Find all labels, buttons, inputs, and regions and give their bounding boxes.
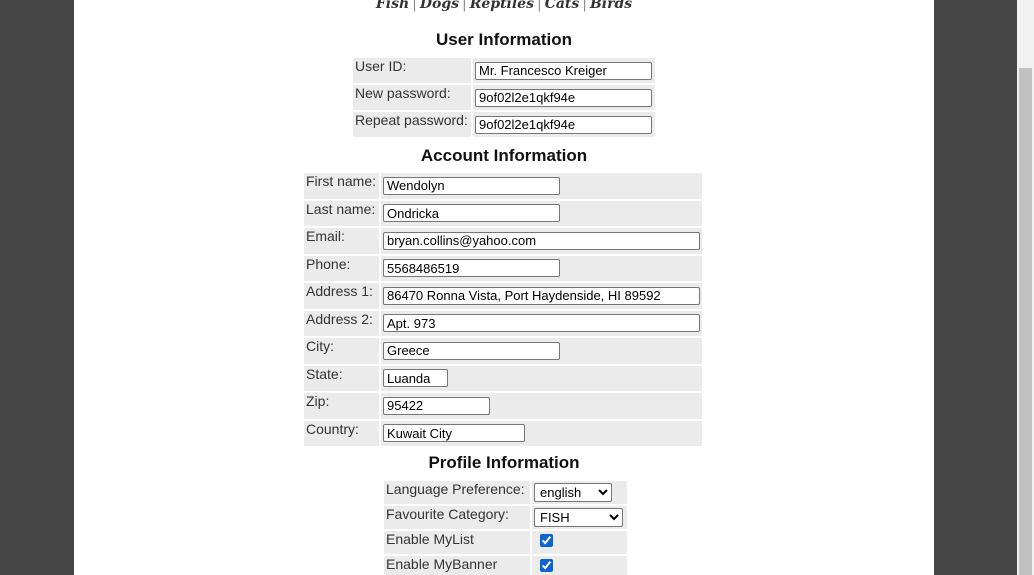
new-password-field[interactable] xyxy=(475,88,652,107)
language-label: Language Preference: xyxy=(384,481,530,504)
address1-field[interactable] xyxy=(383,286,700,305)
city-label: City: xyxy=(304,338,379,364)
main-page: Fish | Dogs | Reptiles | Cats | Birds User Infor… xyxy=(74,0,934,575)
nav-link-cats[interactable]: Cats xyxy=(545,0,580,12)
address1-label: Address 1: xyxy=(304,283,379,309)
nav-separator: | xyxy=(412,0,417,12)
category-label: Favourite Category: xyxy=(384,506,530,529)
nav-link-birds[interactable]: Birds xyxy=(590,0,632,12)
user-id-field[interactable] xyxy=(475,61,652,80)
email-field[interactable] xyxy=(383,231,700,250)
mylist-label: Enable MyList xyxy=(384,531,530,554)
address2-label: Address 2: xyxy=(304,310,379,336)
enable-mylist-checkbox[interactable] xyxy=(540,534,553,547)
user-info-table: User ID: New password: Repeat password: xyxy=(351,56,657,139)
category-nav: Fish | Dogs | Reptiles | Cats | Birds xyxy=(74,0,934,12)
zip-field[interactable] xyxy=(383,396,490,415)
last-name-label: Last name: xyxy=(304,200,379,226)
nav-separator: | xyxy=(536,0,542,12)
profile-info-table: Language Preference: english Favourite C… xyxy=(382,479,629,575)
country-label: Country: xyxy=(304,420,379,446)
last-name-field[interactable] xyxy=(383,204,560,223)
repeat-password-label: Repeat password: xyxy=(353,112,471,137)
state-field[interactable] xyxy=(383,369,448,388)
vertical-scrollbar[interactable] xyxy=(1017,0,1034,575)
new-password-label: New password: xyxy=(353,85,471,110)
user-info-heading: User Information xyxy=(435,30,573,49)
mybanner-label: Enable MyBanner xyxy=(384,556,530,575)
zip-label: Zip: xyxy=(304,393,379,419)
email-label: Email: xyxy=(304,228,379,254)
nav-link-dogs[interactable]: Dogs xyxy=(420,0,459,12)
first-name-label: First name: xyxy=(304,173,379,199)
city-field[interactable] xyxy=(383,341,560,360)
repeat-password-field[interactable] xyxy=(475,115,652,134)
nav-link-reptiles[interactable]: Reptiles xyxy=(470,0,534,12)
address2-field[interactable] xyxy=(383,314,700,333)
country-field[interactable] xyxy=(383,424,525,443)
nav-link-fish[interactable]: Fish xyxy=(376,0,409,12)
nav-separator: | xyxy=(462,0,467,12)
language-select[interactable]: english xyxy=(534,483,612,502)
enable-mybanner-checkbox[interactable] xyxy=(540,559,553,572)
user-id-label: User ID: xyxy=(353,58,471,83)
account-info-table: First name: Last name: Email: Phone: Add… xyxy=(302,171,704,448)
first-name-field[interactable] xyxy=(383,176,560,195)
scrollbar-thumb[interactable] xyxy=(1019,68,1032,575)
phone-field[interactable] xyxy=(383,259,560,278)
state-label: State: xyxy=(304,365,379,391)
favourite-category-select[interactable]: FISH xyxy=(534,508,623,527)
nav-separator: | xyxy=(582,0,587,12)
phone-label: Phone: xyxy=(304,255,379,281)
profile-info-heading: Profile Information xyxy=(428,453,580,472)
account-info-heading: Account Information xyxy=(420,146,588,165)
